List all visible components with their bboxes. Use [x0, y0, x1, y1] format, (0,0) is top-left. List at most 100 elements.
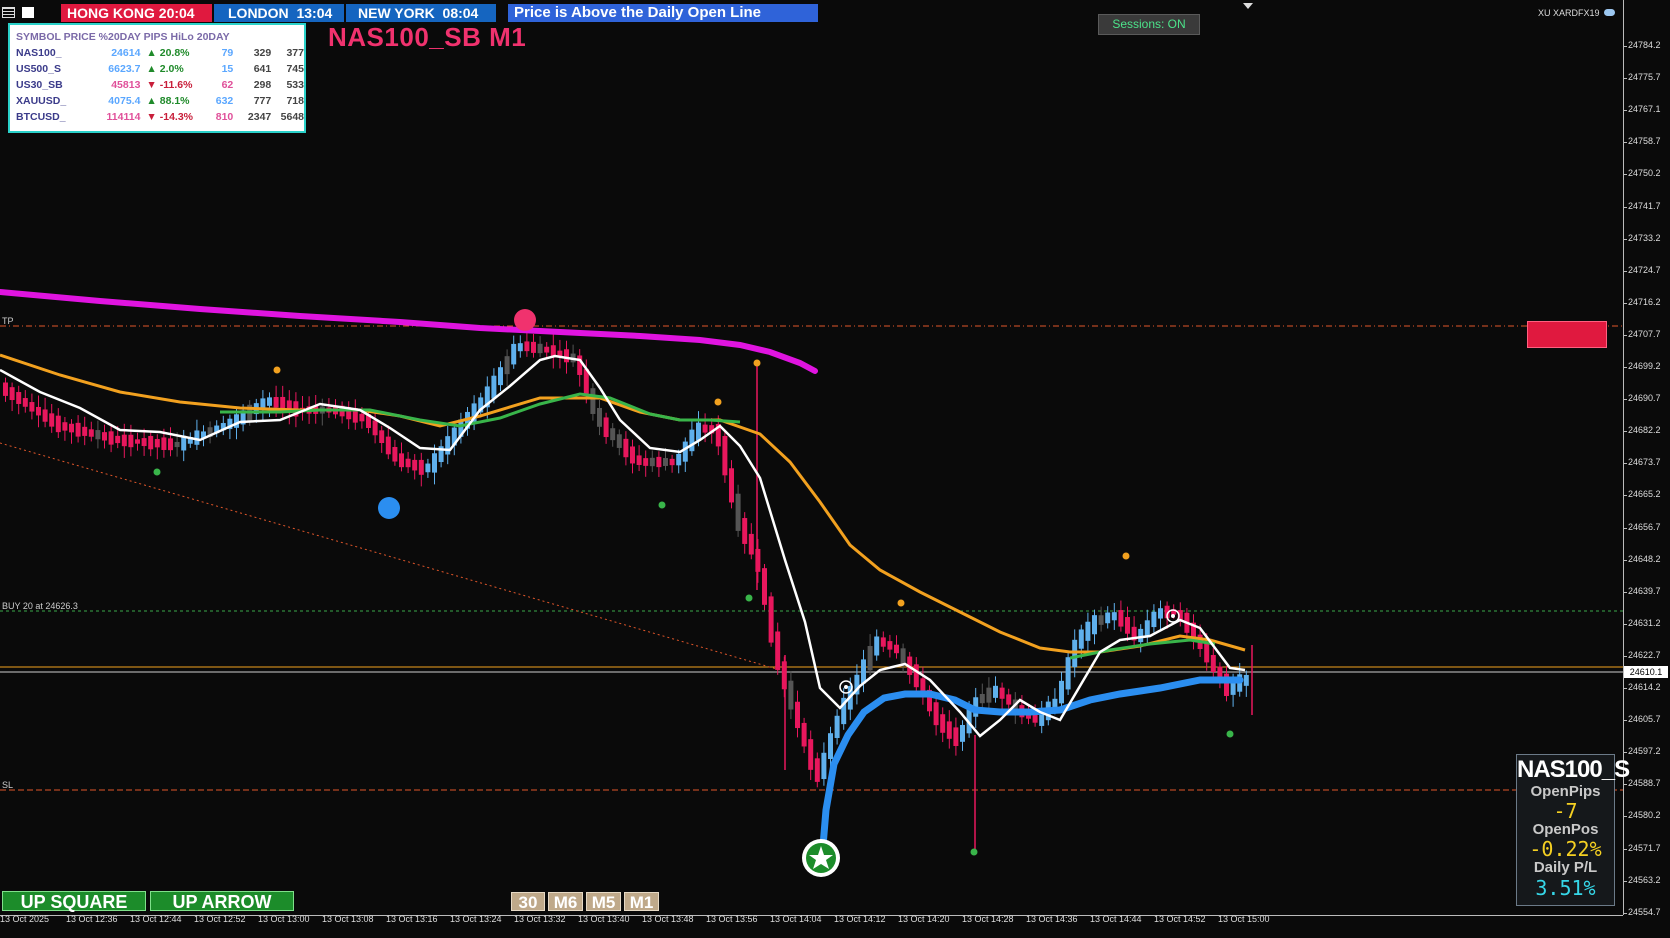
candle-body — [392, 446, 398, 462]
candle-body — [1006, 694, 1012, 705]
time-tick-label: 13 Oct 14:28 — [962, 914, 1014, 924]
tp-line-label: TP — [2, 316, 14, 326]
price-tick-mark — [1623, 848, 1627, 850]
candle-body — [1078, 629, 1084, 649]
candle-body — [432, 453, 437, 473]
price-tick-label: 24571.7 — [1628, 842, 1661, 853]
candle-body — [168, 438, 173, 451]
time-tick-label: 13 Oct 12:52 — [194, 914, 246, 924]
candle-body — [531, 341, 536, 353]
price-tick-mark — [1623, 463, 1627, 465]
candle-body — [669, 458, 675, 466]
candle-body — [960, 724, 965, 742]
time-tick-label: 13 Oct 14:12 — [834, 914, 886, 924]
price-tick-label: 24597.2 — [1628, 746, 1661, 757]
signal-dot — [153, 468, 161, 476]
candle-body — [491, 375, 497, 399]
candle-body — [29, 402, 35, 412]
candle-body — [775, 631, 781, 670]
candle-body — [821, 752, 827, 780]
candle-body — [682, 441, 688, 462]
time-tick-label: 13 Oct 13:08 — [322, 914, 374, 924]
candle-body — [154, 438, 160, 448]
trend-line[interactable] — [0, 442, 781, 671]
candle-body — [55, 415, 61, 433]
candle-body — [9, 387, 15, 401]
signal-dot — [1122, 552, 1130, 560]
candle-body — [16, 392, 22, 404]
time-tick-label: 13 Oct 13:32 — [514, 914, 566, 924]
candle-body — [1138, 628, 1144, 643]
price-chart[interactable] — [0, 0, 1623, 915]
candle-body — [1098, 615, 1104, 625]
up-square-button[interactable]: UP SQUARE — [2, 891, 146, 912]
signal-dot — [1226, 730, 1234, 738]
candle-body — [1105, 612, 1111, 624]
candle-body — [828, 733, 833, 759]
candle-body — [1210, 655, 1216, 672]
candle-body — [399, 453, 404, 468]
price-tick-mark — [1623, 110, 1627, 112]
panel-symbol: NAS100_S — [1517, 756, 1630, 783]
close-position-button[interactable] — [1527, 321, 1607, 348]
timeframe-m1-button[interactable]: M1 — [624, 892, 659, 912]
candle-body — [676, 453, 682, 466]
candle-body — [412, 459, 418, 471]
candle-body — [1243, 674, 1249, 686]
price-tick-mark — [1623, 591, 1627, 593]
time-tick-label: 13 Oct 13:40 — [578, 914, 630, 924]
candle-body — [616, 434, 622, 448]
price-tick-label: 24784.2 — [1628, 40, 1661, 50]
candle-body — [630, 446, 635, 464]
candle-body — [267, 397, 272, 406]
time-tick-label: 13 Oct 14:44 — [1090, 914, 1142, 924]
price-tick-mark — [1623, 46, 1627, 47]
price-tick-mark — [1623, 527, 1627, 529]
time-tick-label: 13 Oct 14:36 — [1026, 914, 1078, 924]
candle-body — [814, 758, 820, 782]
up-arrow-button[interactable]: UP ARROW — [150, 891, 294, 912]
price-tick-label: 24639.7 — [1628, 585, 1661, 596]
candle-body — [689, 429, 695, 452]
price-tick-mark — [1623, 495, 1627, 497]
candle-body — [445, 436, 451, 455]
price-tick-mark — [1623, 623, 1627, 625]
candle-body — [894, 644, 899, 654]
price-tick-label: 24690.7 — [1628, 393, 1661, 404]
candle-body — [62, 422, 68, 431]
candle-body — [511, 343, 517, 365]
time-tick-label: 13 Oct 14:04 — [770, 914, 822, 924]
candle-body — [656, 456, 662, 468]
price-tick-mark — [1623, 302, 1627, 304]
candle-body — [498, 367, 503, 386]
candle-body — [597, 407, 602, 427]
timeframe-m6-button[interactable]: M6 — [548, 892, 583, 912]
price-tick-label: 24631.2 — [1628, 617, 1661, 628]
signal-dot — [897, 599, 905, 607]
timeframe-30-button[interactable]: 30 — [511, 892, 545, 912]
candle-body — [795, 701, 800, 729]
candle-body — [953, 727, 959, 746]
candle-body — [148, 435, 154, 450]
price-tick-label: 24605.7 — [1628, 714, 1661, 725]
candle-body — [999, 687, 1005, 699]
candle-body — [1158, 608, 1163, 619]
price-tick-mark — [1623, 688, 1627, 689]
buy-signal-dot — [378, 497, 400, 519]
star-buy-icon — [802, 839, 840, 877]
time-tick-label: 13 Oct 13:16 — [386, 914, 438, 924]
time-tick-label: 13 Oct 14:52 — [1154, 914, 1206, 924]
candle-body — [42, 409, 48, 422]
candle-body — [636, 455, 642, 466]
candle-body — [82, 426, 88, 436]
candle-body — [537, 343, 543, 354]
candle-body — [722, 435, 728, 476]
timeframe-m5-button[interactable]: M5 — [586, 892, 621, 912]
signal-dot — [753, 359, 761, 367]
candle-body — [379, 430, 385, 443]
time-tick-label: 13 Oct 14:20 — [898, 914, 950, 924]
price-tick-label: 24758.7 — [1628, 136, 1661, 147]
ma-white-line — [0, 354, 1246, 738]
ma-magenta-line — [0, 289, 818, 374]
price-tick-label: 24750.2 — [1628, 168, 1661, 179]
